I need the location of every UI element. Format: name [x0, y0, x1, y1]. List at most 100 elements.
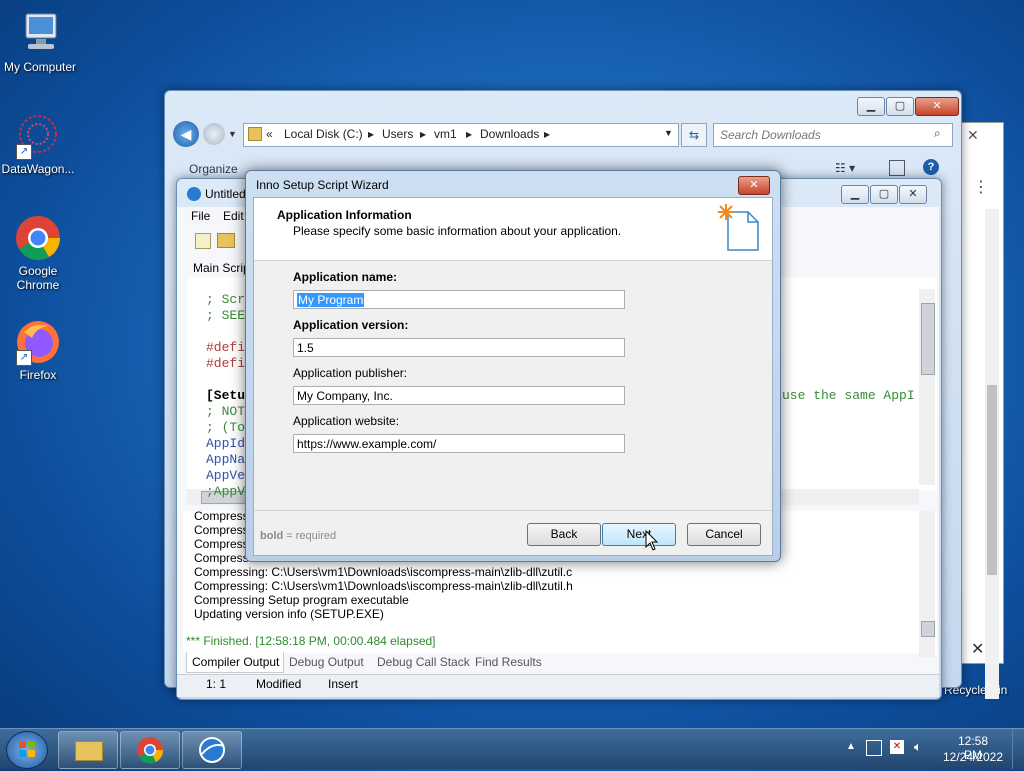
chevron-right-icon[interactable]: ▸ [544, 127, 550, 141]
help-icon[interactable]: ? [923, 159, 939, 175]
app-publisher-input[interactable]: My Company, Inc. [293, 386, 625, 405]
header-divider [254, 260, 772, 261]
background-browser-window[interactable]: ✕ ⋮ ✕ [958, 122, 1004, 699]
kebab-menu-icon[interactable]: ⋮ [973, 177, 989, 197]
menu-edit[interactable]: Edit [223, 209, 244, 223]
minimize-button[interactable]: ▁ [841, 185, 869, 204]
next-button[interactable]: Next [602, 523, 676, 546]
address-bar[interactable]: « Local Disk (C:) ▸ Users ▸ vm1 ▸ Downlo… [243, 123, 679, 147]
history-dropdown-icon[interactable]: ▼ [228, 129, 237, 139]
desktop-icon-label: My Computer [3, 60, 77, 74]
output-line: Compress [194, 523, 249, 537]
editor-vertical-scrollbar[interactable] [919, 289, 935, 485]
desktop-icon-my-computer[interactable]: My Computer [0, 10, 80, 74]
start-button[interactable] [6, 731, 48, 769]
tab-debug-output[interactable]: Debug Output [289, 655, 364, 669]
code-line: AppId [206, 436, 246, 451]
code-line: ; Scr [206, 292, 246, 307]
datawagon-icon: ↗ [14, 112, 62, 160]
network-icon[interactable] [866, 740, 882, 756]
output-line: Compressing Setup program executable [194, 593, 409, 607]
app-website-input[interactable]: https://www.example.com/ [293, 434, 625, 453]
script-wizard-dialog[interactable]: Inno Setup Script Wizard ✕ Application I… [245, 170, 781, 562]
preview-pane-icon[interactable] [889, 160, 905, 176]
taskbar: ▲ ✕ 🔈︎ 12:58 PM 12/24/2022 [0, 728, 1024, 769]
menu-file[interactable]: File [191, 209, 210, 223]
maximize-button[interactable]: ▢ [870, 185, 898, 204]
mouse-cursor-icon [645, 530, 659, 551]
close-button[interactable]: ✕ [915, 97, 959, 116]
app-name-value: My Program [297, 293, 365, 307]
breadcrumb-users[interactable]: Users [382, 127, 413, 141]
scrollbar-thumb[interactable] [987, 385, 997, 575]
dialog-body: Application Information Please specify s… [253, 197, 773, 556]
scrollbar-thumb[interactable] [921, 621, 935, 637]
scrollbar-thumb[interactable] [921, 303, 935, 375]
maximize-button[interactable]: ▢ [886, 97, 914, 116]
volume-icon[interactable]: 🔈︎ [914, 739, 922, 755]
app-name-label: Application name: [293, 270, 398, 284]
scrollbar[interactable] [985, 209, 999, 699]
status-mode: Insert [328, 677, 359, 691]
open-folder-icon[interactable] [217, 233, 235, 248]
chevron-down-icon[interactable]: ▼ [664, 128, 673, 138]
dialog-heading: Application Information [277, 208, 412, 222]
search-icon[interactable]: ⌕ [934, 126, 941, 141]
code-line: #defi [206, 340, 246, 355]
chevron-right-icon[interactable]: ▸ [368, 127, 374, 141]
app-name-input[interactable]: My Program [293, 290, 625, 309]
output-line: Compressing: C:\Users\vm1\Downloads\isco… [194, 565, 573, 579]
chrome-icon [14, 214, 62, 262]
chevron-right-icon[interactable]: ▸ [420, 127, 426, 141]
show-desktop-button[interactable] [1012, 729, 1024, 769]
code-line: ; SEE [206, 308, 246, 323]
breadcrumb-vm1[interactable]: vm1 [434, 127, 457, 141]
breadcrumb-downloads[interactable]: Downloads [480, 127, 539, 141]
cancel-button[interactable]: Cancel [687, 523, 761, 546]
code-line: ; NOT [206, 404, 246, 419]
search-input[interactable]: Search Downloads ⌕ [713, 123, 953, 147]
code-line: AppVe [206, 468, 246, 483]
chevron-right-icon[interactable]: ▸ [466, 127, 472, 141]
folder-icon [75, 741, 103, 761]
forward-arrow-icon[interactable] [203, 123, 225, 145]
app-version-input[interactable]: 1.5 [293, 338, 625, 357]
footer-divider [254, 510, 772, 511]
desktop-icon-google-chrome[interactable]: Google Chrome [0, 214, 78, 292]
view-options-icon[interactable]: ☷ ▾ [835, 161, 855, 175]
code-overflow-text: use the same AppI [782, 388, 915, 403]
close-icon[interactable]: ✕ [971, 639, 984, 659]
close-button[interactable]: ✕ [899, 185, 927, 204]
breadcrumb-back[interactable]: « [266, 127, 273, 141]
back-button[interactable]: Back [527, 523, 601, 546]
show-hidden-icons[interactable]: ▲ [846, 741, 856, 752]
desktop-icon-firefox[interactable]: ↗ Firefox [0, 318, 78, 382]
inno-setup-icon [199, 737, 225, 763]
new-file-icon[interactable] [195, 233, 211, 249]
tab-find-results[interactable]: Find Results [475, 655, 542, 669]
dialog-title: Inno Setup Script Wizard [256, 178, 389, 192]
code-line: #defi [206, 356, 246, 371]
desktop-icon-label: Firefox [19, 368, 57, 382]
minimize-button[interactable]: ▁ [857, 97, 885, 116]
output-scrollbar[interactable] [919, 511, 935, 657]
refresh-icon[interactable]: ⇆ [681, 123, 707, 147]
shortcut-arrow-icon: ↗ [16, 144, 32, 160]
output-line: Compress [194, 537, 249, 551]
taskbar-inno-setup[interactable] [182, 731, 242, 769]
tab-debug-call-stack[interactable]: Debug Call Stack [377, 655, 470, 669]
tab-compiler-output[interactable]: Compiler Output [192, 655, 279, 669]
search-placeholder: Search Downloads [720, 128, 821, 142]
close-icon[interactable]: ✕ [967, 127, 979, 144]
clock-date[interactable]: 12/24/2022 [942, 750, 1004, 764]
dialog-subheading: Please specify some basic information ab… [293, 224, 622, 238]
dialog-close-button[interactable]: ✕ [738, 176, 770, 195]
back-arrow-icon[interactable]: ◀ [173, 121, 199, 147]
taskbar-chrome[interactable] [120, 731, 180, 769]
breadcrumb-local-disk[interactable]: Local Disk (C:) [284, 127, 363, 141]
desktop-icon-datawagon[interactable]: ↗ DataWagon... [0, 112, 78, 176]
taskbar-explorer[interactable] [58, 731, 118, 769]
action-center-icon[interactable]: ✕ [890, 740, 904, 754]
organize-menu[interactable]: Organize [189, 162, 238, 176]
code-line: ;AppV [206, 484, 246, 499]
